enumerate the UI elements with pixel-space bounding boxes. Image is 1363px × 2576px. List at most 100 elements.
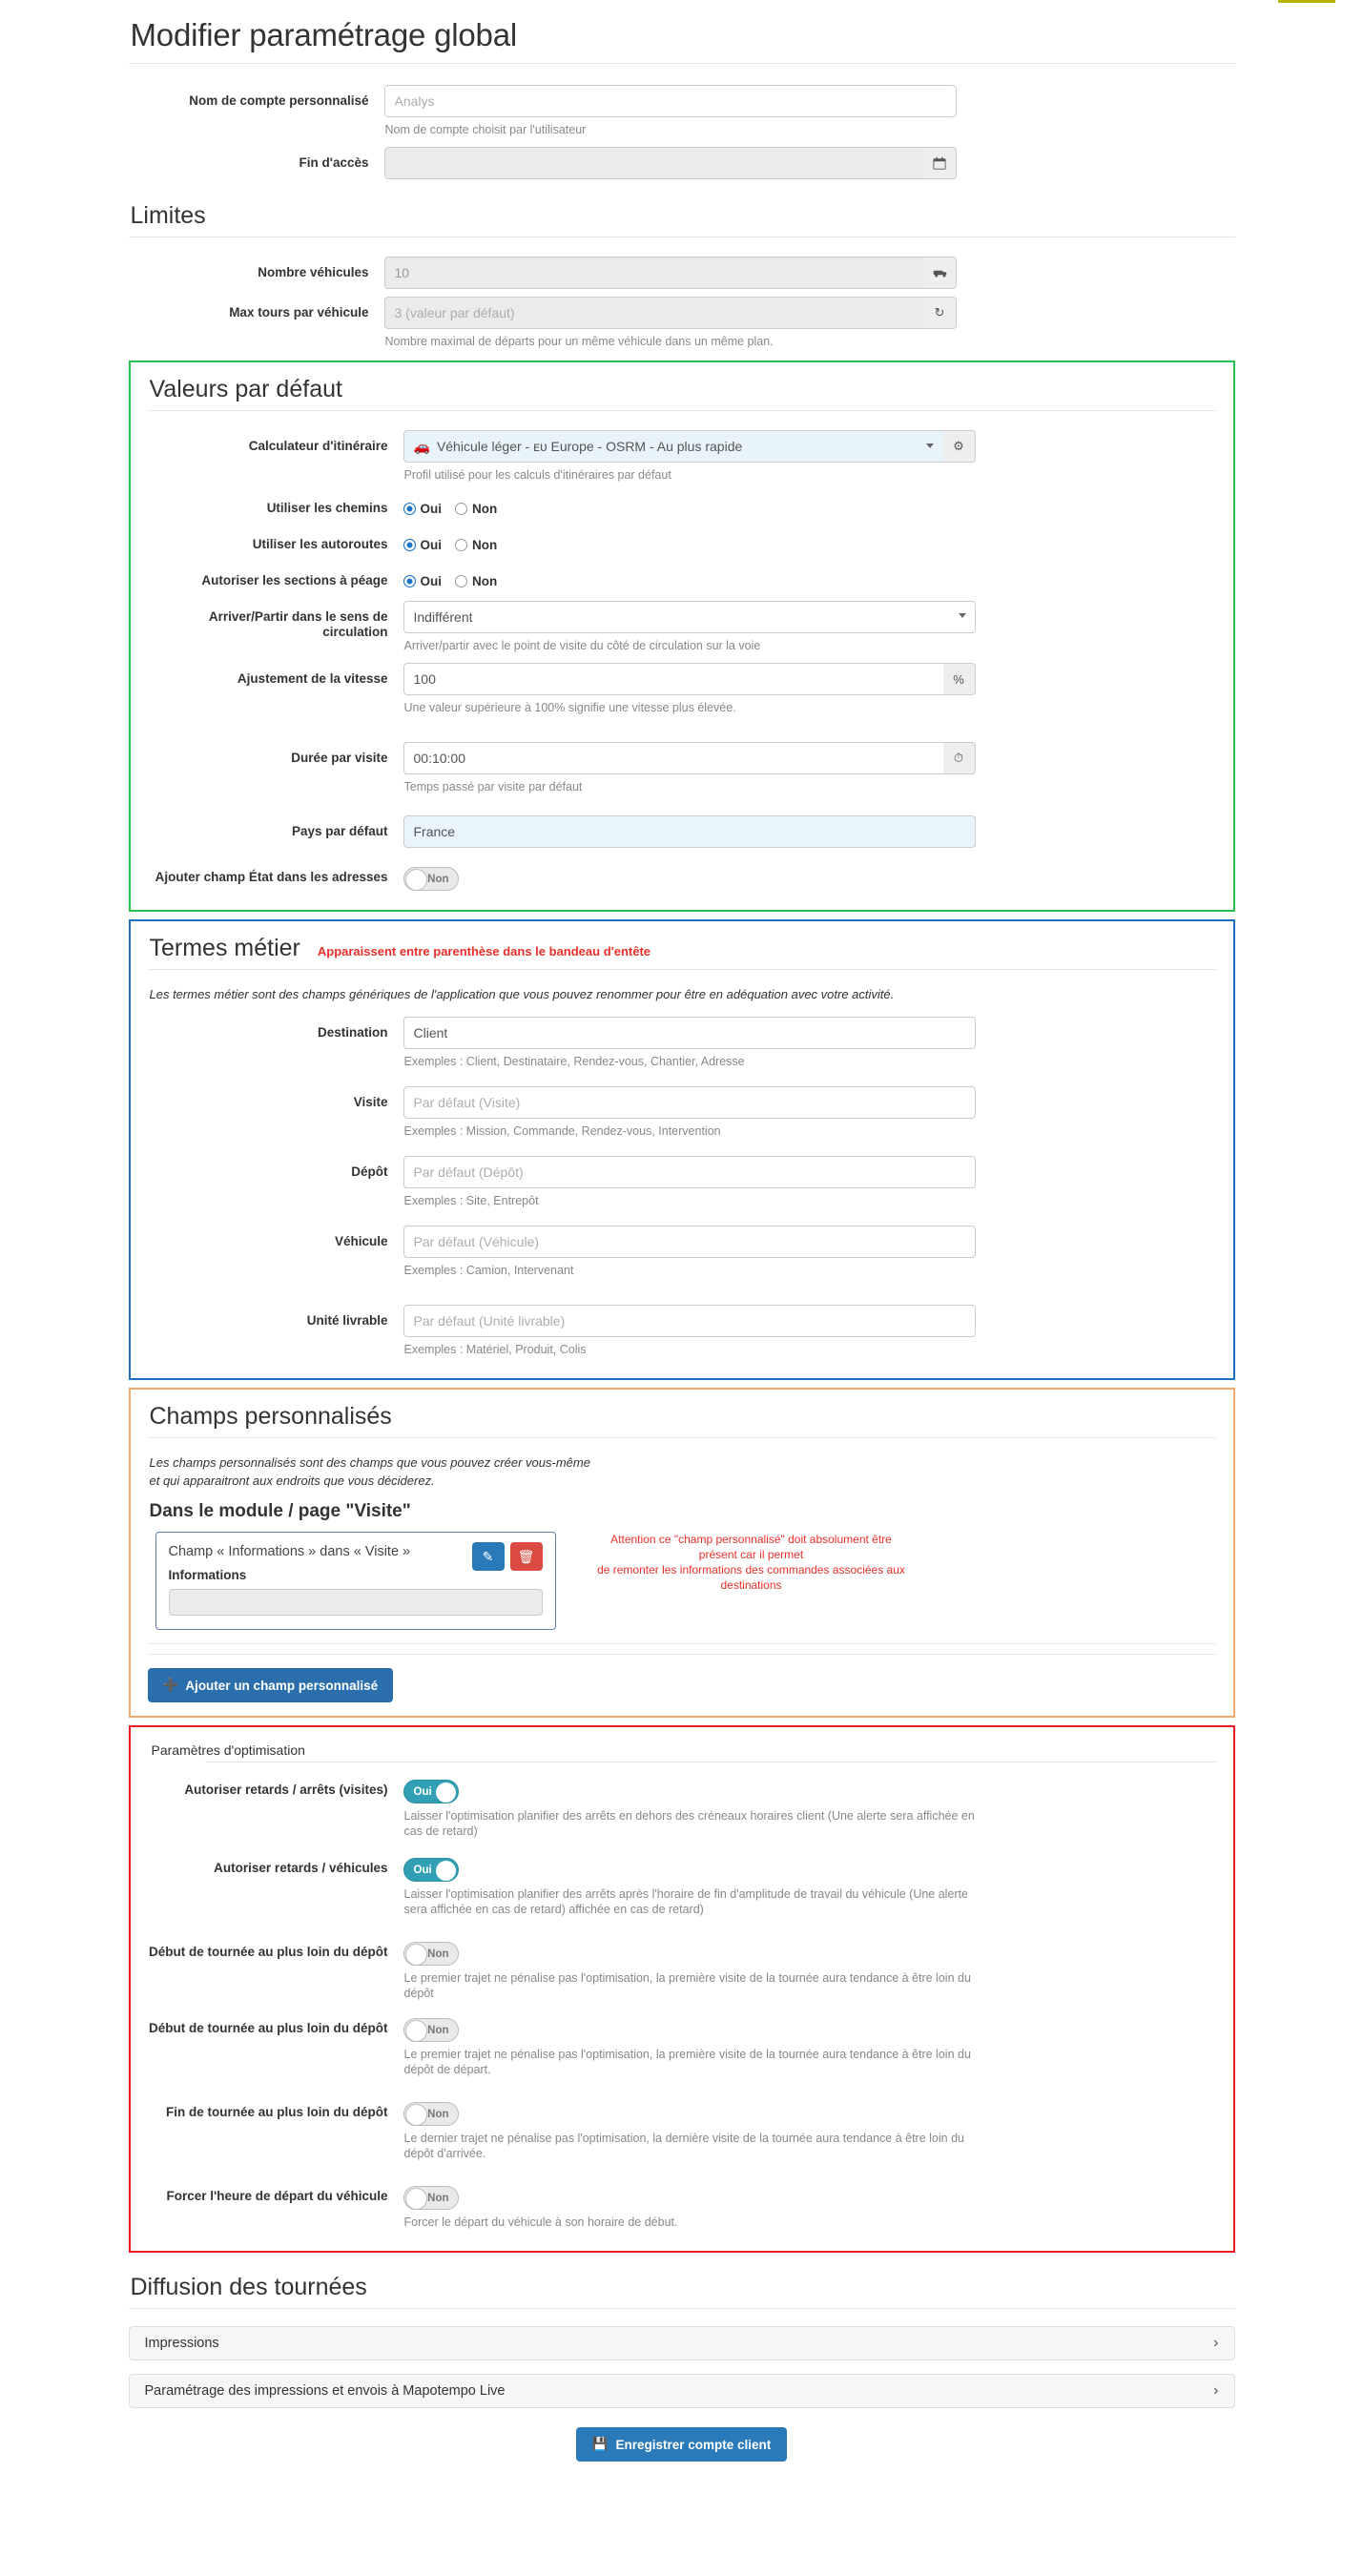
section-title-custom-fields: Champs personnalisés (149, 1403, 392, 1430)
access-end-group (383, 147, 957, 179)
defaults-divider (147, 410, 1216, 411)
speed-input[interactable] (403, 663, 943, 695)
toggle-end-far-from-depot[interactable]: Non (403, 2102, 459, 2126)
traffic-side-select-wrap: Indifférent (403, 601, 976, 633)
control-traffic-side: Indifférent Arriver/partir avec le point… (403, 601, 976, 655)
percent-label: % (953, 671, 964, 687)
radio-dot (403, 502, 416, 515)
accordion-impressions-label: Impressions (144, 2336, 219, 2351)
control-account-name: Nom de compte choisit par l'utilisateur (383, 85, 957, 139)
label-access-end: Fin d'accès (299, 155, 369, 170)
panel-default-values: Valeurs par défaut Calculateur d'itinéra… (128, 361, 1235, 912)
row-state-field: Ajouter champ État dans les adresses Non (148, 859, 1216, 893)
router-select[interactable]: 🚗 Véhicule léger - ᴇᴜ Europe - OSRM - Au… (403, 430, 943, 463)
custom-field-warning-line1: Attention ce "champ personnalisé" doit a… (610, 1533, 892, 1561)
term-depot-input[interactable] (403, 1156, 976, 1188)
radio-dot (455, 574, 467, 587)
accordion-live-settings[interactable]: Paramétrage des impressions et envois à … (128, 2374, 1235, 2408)
control-opt-0: Oui Laisser l'optimisation planifier des… (403, 1774, 976, 1841)
label-opt-2: Début de tournée au plus loin du dépôt (149, 1945, 388, 1959)
toggle-start-far-from-depot-1[interactable]: Non (403, 1942, 459, 1966)
radio-tracks-yes[interactable]: Oui (403, 501, 443, 516)
custom-field-warning-line2: de remonter les informations des command… (597, 1563, 905, 1592)
radio-group-motorway: Oui Non (403, 528, 976, 557)
row-term-depot: Dépôt Exemples : Site, Entrepôt (148, 1154, 1216, 1212)
max-tours-group: ↻ (383, 297, 957, 329)
custom-fields-divider (147, 1437, 1216, 1438)
control-opt-2: Non Le premier trajet ne pénalise pas l'… (403, 1936, 976, 2003)
label-traffic-side: Arriver/Partir dans le sens de circulati… (208, 609, 388, 639)
custom-field-card-actions: ✎ 🗑 (471, 1542, 543, 1571)
control-opt-5: Non Forcer le départ du véhicule à son h… (403, 2180, 976, 2232)
section-title-business-terms: Termes métier (149, 935, 300, 961)
visit-duration-input[interactable] (403, 742, 943, 774)
radio-toll-yes-label: Oui (420, 573, 443, 588)
chevron-right-icon: › (1213, 2335, 1219, 2351)
row-term-unit: Unité livrable Exemples : Matériel, Prod… (148, 1303, 1216, 1361)
custom-fields-divider-2 (147, 1643, 1216, 1644)
radio-motorway-yes[interactable]: Oui (403, 537, 443, 552)
radio-tracks-no[interactable]: Non (455, 502, 497, 516)
custom-fields-module-title: Dans le module / page "Visite" (149, 1501, 411, 1521)
save-button-label: Enregistrer compte client (615, 2437, 772, 2452)
max-tours-input[interactable] (383, 297, 924, 329)
toggle-force-vehicle-start-time[interactable]: Non (403, 2186, 459, 2210)
toggle-label: Non (427, 2192, 449, 2204)
access-end-input[interactable] (383, 147, 924, 179)
account-name-input[interactable] (383, 85, 957, 117)
label-state-field: Ajouter champ État dans les adresses (155, 870, 388, 884)
trash-icon[interactable]: 🗑 (509, 1542, 543, 1571)
vehicle-count-input[interactable] (383, 257, 924, 289)
row-access-end: Fin d'accès (129, 145, 1235, 181)
term-visit-input[interactable] (403, 1086, 976, 1119)
default-country-input[interactable] (403, 815, 976, 848)
save-button[interactable]: 💾 Enregistrer compte client (575, 2427, 788, 2462)
toggle-allow-vehicle-delays[interactable]: Oui (403, 1858, 459, 1882)
radio-tracks-yes-label: Oui (420, 501, 443, 516)
control-default-country (403, 815, 976, 848)
state-field-toggle[interactable]: Non (403, 867, 459, 891)
label-router: Calculateur d'itinéraire (248, 439, 388, 453)
add-custom-field-button[interactable]: ➕ Ajouter un champ personnalisé (147, 1668, 394, 1702)
row-opt-4: Fin de tournée au plus loin du dépôt Non… (148, 2094, 1216, 2165)
vehicles-icon[interactable] (923, 257, 957, 289)
toggle-start-far-from-depot-2[interactable]: Non (403, 2018, 459, 2042)
router-group: 🚗 Véhicule léger - ᴇᴜ Europe - OSRM - Au… (403, 430, 976, 463)
label-use-tracks: Utiliser les chemins (266, 501, 388, 515)
term-destination-input[interactable] (403, 1017, 976, 1049)
toggle-allow-visit-delays[interactable]: Oui (403, 1780, 459, 1803)
control-state-field: Non (403, 861, 976, 891)
page-title: Modifier paramétrage global (130, 17, 518, 52)
control-speed: % Une valeur supérieure à 100% signifie … (403, 663, 976, 717)
label-account-name: Nom de compte personnalisé (189, 93, 369, 108)
control-max-tours: ↻ Nombre maximal de départs pour un même… (383, 297, 957, 351)
term-vehicle-input[interactable] (403, 1226, 976, 1258)
radio-dot (403, 538, 416, 551)
help-max-tours: Nombre maximal de départs pour un même v… (384, 335, 774, 348)
traffic-side-value: Indifférent (413, 609, 473, 625)
radio-tracks-no-label: Non (472, 501, 498, 516)
custom-field-preview-input[interactable] (168, 1589, 543, 1616)
gear-icon[interactable]: ⚙ (942, 430, 976, 463)
radio-motorway-yes-label: Oui (420, 537, 443, 552)
refresh-icon[interactable]: ↻ (923, 297, 957, 329)
traffic-side-select[interactable]: Indifférent (403, 601, 976, 633)
term-unit-input[interactable] (403, 1305, 976, 1337)
diffusion-divider (128, 2308, 1235, 2309)
calendar-icon[interactable] (923, 147, 957, 179)
edit-icon[interactable]: ✎ (471, 1542, 505, 1571)
radio-toll-yes[interactable]: Oui (403, 573, 443, 588)
accordion-impressions[interactable]: Impressions › (128, 2326, 1235, 2360)
percent-unit: % (942, 663, 976, 695)
label-use-motorway: Utiliser les autoroutes (252, 537, 388, 551)
control-opt-1: Oui Laisser l'optimisation planifier des… (403, 1852, 976, 1919)
label-opt-0: Autoriser retards / arrêts (visites) (184, 1783, 388, 1797)
business-terms-header: Termes métier Apparaissent entre parenth… (148, 927, 1216, 969)
add-custom-field-label: Ajouter un champ personnalisé (185, 1678, 379, 1693)
radio-toll-no[interactable]: Non (455, 574, 497, 588)
row-opt-2: Début de tournée au plus loin du dépôt N… (148, 1934, 1216, 2005)
clock-icon[interactable]: ⏱ (942, 742, 976, 774)
help-traffic-side: Arriver/partir avec le point de visite d… (403, 639, 761, 652)
radio-motorway-no[interactable]: Non (455, 538, 497, 552)
radio-group-tracks: Oui Non (403, 492, 976, 521)
